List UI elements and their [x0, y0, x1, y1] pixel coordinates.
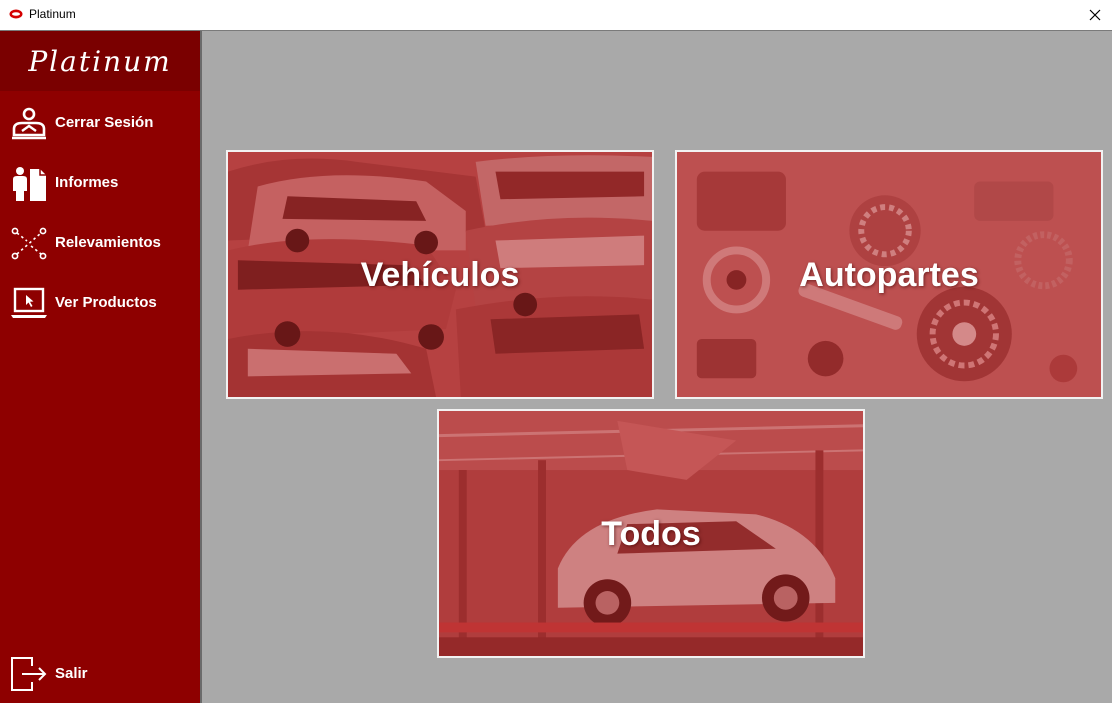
brand-logo-text: Platinum: [28, 45, 172, 78]
sidebar-item-label: Informes: [55, 174, 119, 191]
tile-todos[interactable]: Todos: [437, 409, 865, 658]
sidebar: Platinum Cerrar Sesión Informes Relevami…: [0, 31, 200, 703]
window-title: Platinum: [29, 7, 76, 21]
close-icon: [1089, 9, 1101, 21]
laptop-cursor-icon: [11, 287, 47, 318]
tile-label: Autopartes: [799, 256, 979, 294]
exit-button[interactable]: Salir: [0, 652, 200, 696]
sidebar-item-label: Cerrar Sesión: [55, 114, 154, 131]
user-logout-icon: [12, 107, 46, 140]
title-bar: Platinum: [0, 0, 1112, 31]
tile-vehiculos[interactable]: Vehículos: [226, 150, 654, 399]
brand-header: Platinum: [0, 31, 200, 91]
exit-label: Salir: [55, 665, 88, 682]
tile-autopartes[interactable]: Autopartes: [675, 150, 1103, 399]
close-button[interactable]: [1078, 0, 1112, 30]
app-icon: [9, 9, 23, 19]
survey-dots-icon: [11, 227, 47, 260]
report-person-icon: [13, 167, 46, 201]
tile-label: Todos: [601, 515, 701, 553]
sidebar-item-relevamientos[interactable]: Relevamientos: [0, 221, 200, 265]
sidebar-item-cerrar-sesion[interactable]: Cerrar Sesión: [0, 101, 200, 145]
exit-door-icon: [11, 657, 47, 691]
main-panel: Vehículos Autopartes Todos: [202, 31, 1112, 703]
sidebar-item-label: Relevamientos: [55, 234, 161, 251]
sidebar-item-label: Ver Productos: [55, 294, 157, 311]
sidebar-item-ver-productos[interactable]: Ver Productos: [0, 281, 200, 325]
tile-label: Vehículos: [360, 256, 520, 294]
sidebar-item-informes[interactable]: Informes: [0, 161, 200, 205]
